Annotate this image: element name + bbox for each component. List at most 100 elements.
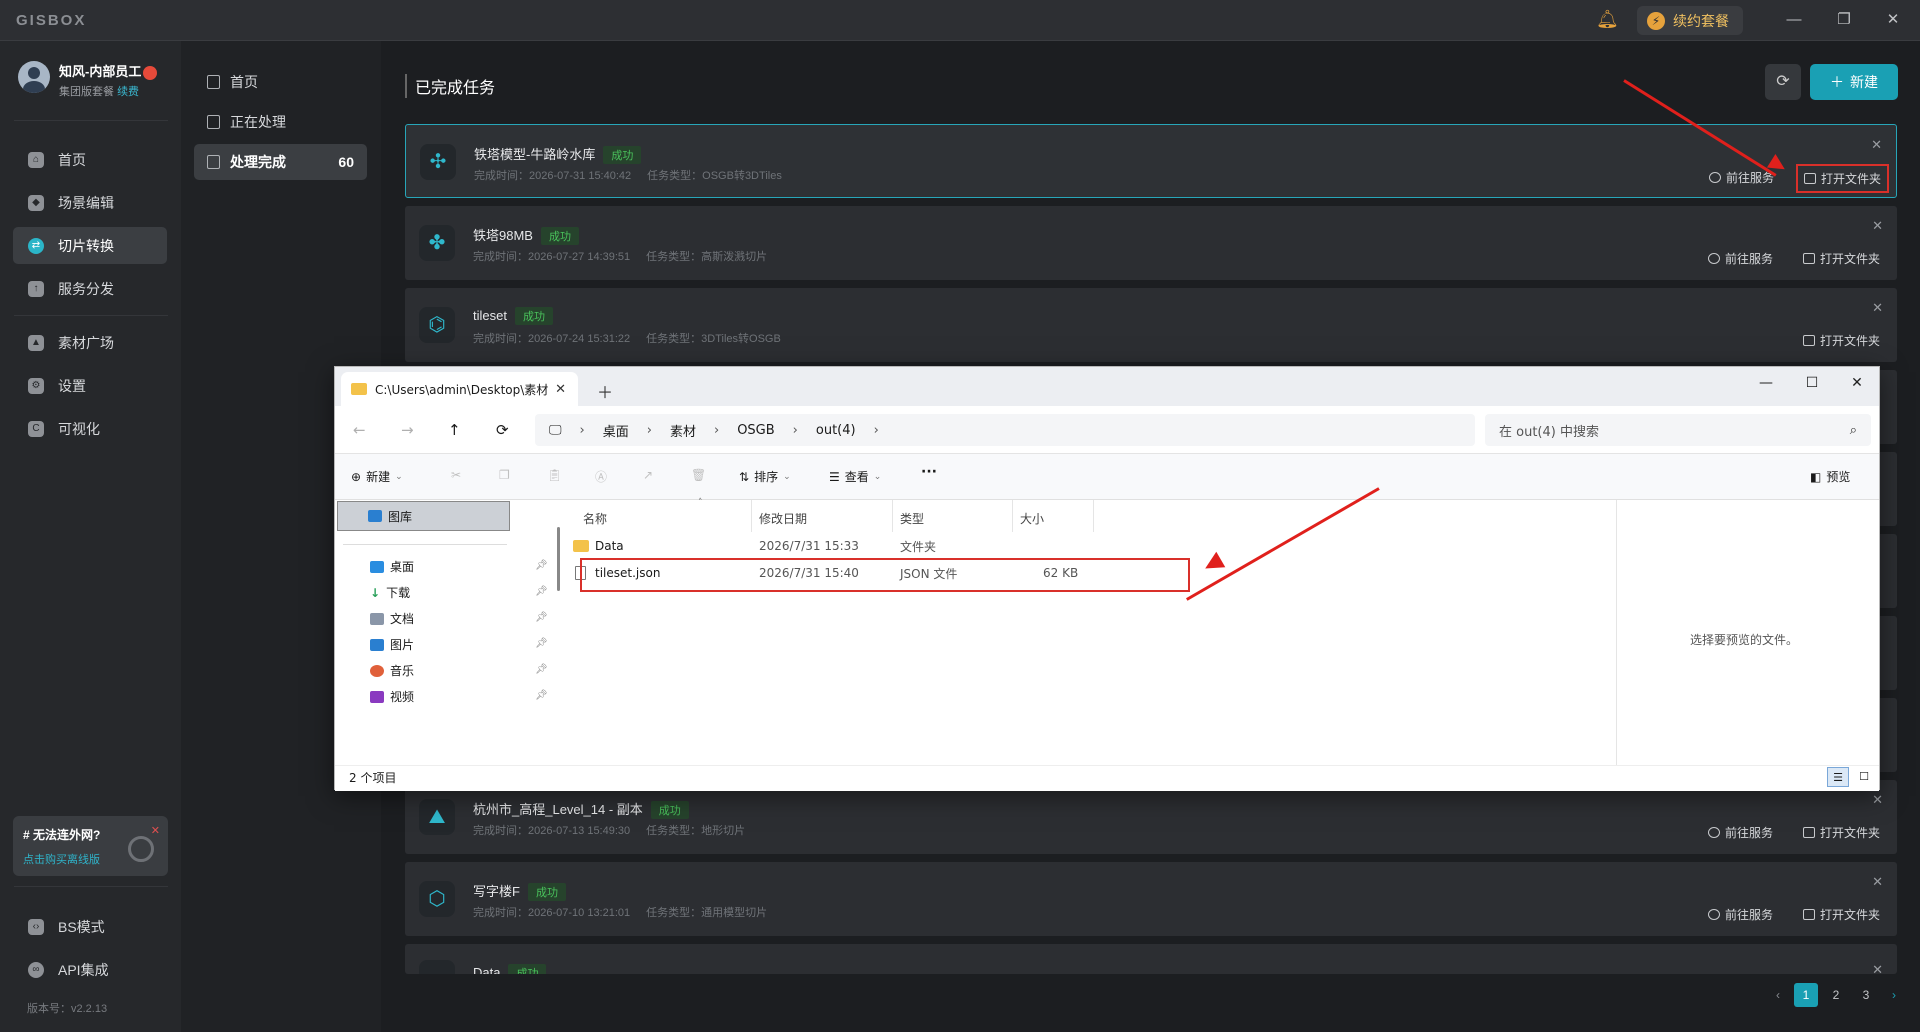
subnav-completed[interactable]: 处理完成 60 — [194, 144, 367, 180]
nav-item-desktop[interactable]: 桌面 — [370, 558, 414, 575]
nav-scrollbar[interactable] — [557, 527, 560, 591]
nav-item-videos[interactable]: 视频 — [370, 688, 414, 705]
sidebar-item-visualize[interactable]: C 可视化 — [13, 410, 167, 447]
nav-item-pictures[interactable]: 图片 — [370, 636, 414, 653]
sidebar-item-assets[interactable]: ▲ 素材广场 — [13, 324, 167, 361]
task-card[interactable]: ✤ 铁塔98MB 成功 完成时间：2026-07-27 14:39:51 任务类型：… — [405, 206, 1897, 280]
delete-icon[interactable]: 🗑︎ — [691, 468, 706, 482]
goto-service-button[interactable]: 前往服务 — [1708, 250, 1773, 267]
restore-icon[interactable]: ❐ — [1834, 10, 1854, 30]
close-icon[interactable]: ✕ — [1872, 218, 1883, 234]
open-folder-button[interactable]: 打开文件夹 — [1803, 824, 1880, 841]
offline-promo-card[interactable]: # 无法连外网? 点击购买离线版 ✕ — [13, 816, 168, 876]
sidebar-item-home[interactable]: ⌂ 首页 — [13, 141, 167, 178]
subnav-processing[interactable]: 正在处理 — [194, 104, 367, 140]
tiles-view-icon[interactable]: ☐ — [1853, 767, 1875, 787]
nav-item-gallery[interactable]: 图库 — [337, 501, 510, 531]
column-header-name[interactable]: 名称 — [583, 510, 607, 527]
pin-icon[interactable]: 📌︎ — [535, 664, 548, 675]
open-folder-button[interactable]: 打开文件夹 — [1803, 906, 1880, 923]
sidebar-item-tile-convert[interactable]: ⇄ 切片转换 — [13, 227, 167, 264]
sidebar-item-bs-mode[interactable]: ‹› BS模式 — [13, 908, 167, 945]
nav-item-downloads[interactable]: ↓ 下载 — [370, 584, 410, 601]
new-item-button[interactable]: ⊕ 新建 ⌄ — [351, 468, 403, 485]
new-task-button[interactable]: ＋ 新建 — [1810, 64, 1898, 100]
page-3-button[interactable]: 3 — [1854, 983, 1878, 1007]
sort-button[interactable]: ⇅ 排序 ⌄ — [739, 468, 791, 485]
nav-item-documents[interactable]: 文档 — [370, 610, 414, 627]
file-row[interactable]: Data 2026/7/31 15:33 文件夹 — [573, 534, 1613, 558]
sidebar-item-settings[interactable]: ⚙︎ 设置 — [13, 367, 167, 404]
minimize-icon[interactable]: — — [1784, 10, 1804, 30]
open-folder-button[interactable]: 打开文件夹 — [1795, 164, 1890, 193]
pin-icon[interactable]: 📌︎ — [535, 586, 548, 597]
page-1-button[interactable]: 1 — [1794, 983, 1818, 1007]
maximize-icon[interactable]: ☐ — [1802, 375, 1822, 391]
prev-page-button[interactable]: ‹ — [1766, 983, 1790, 1007]
details-view-icon[interactable]: ☰ — [1827, 767, 1849, 787]
refresh-icon[interactable]: ⟳ — [496, 421, 509, 439]
breadcrumb-item[interactable]: 桌面 — [603, 421, 629, 440]
user-profile[interactable]: 知风-内部员工 集团版套餐 续费 — [18, 61, 158, 99]
pin-icon[interactable]: 📌︎ — [535, 560, 548, 571]
sidebar-item-service-publish[interactable]: ↑ 服务分发 — [13, 270, 167, 307]
close-tab-icon[interactable]: ✕ — [555, 382, 566, 397]
bell-icon[interactable]: 🔔︎ — [1596, 9, 1619, 30]
sidebar-item-scene-edit[interactable]: ◆ 场景编辑 — [13, 184, 167, 221]
pin-icon[interactable]: 📌︎ — [535, 612, 548, 623]
page-2-button[interactable]: 2 — [1824, 983, 1848, 1007]
breadcrumb[interactable]: 🖵︎ › 桌面 › 素材 › OSGB › out(4) › — [535, 414, 1475, 446]
cut-icon[interactable]: ✂ — [451, 468, 461, 482]
close-icon[interactable]: ✕ — [1872, 874, 1883, 890]
sidebar-item-api[interactable]: ∞ API集成 — [13, 951, 167, 988]
goto-service-button[interactable]: 前往服务 — [1709, 169, 1774, 186]
folder-icon — [1803, 335, 1815, 346]
breadcrumb-item[interactable]: OSGB — [737, 423, 774, 438]
task-card[interactable]: ⌬ tileset 成功 完成时间：2026-07-24 15:31:22 任务类型… — [405, 288, 1897, 362]
goto-service-button[interactable]: 前往服务 — [1708, 824, 1773, 841]
close-icon[interactable]: ✕ — [1847, 375, 1867, 391]
rename-icon[interactable]: Ⓐ — [595, 468, 607, 485]
goto-service-button[interactable]: 前往服务 — [1708, 906, 1773, 923]
column-header-date[interactable]: 修改日期 — [759, 510, 807, 527]
subnav-home[interactable]: 首页 — [194, 64, 367, 100]
close-icon[interactable]: ✕ — [151, 824, 160, 837]
next-page-button[interactable]: › — [1882, 983, 1906, 1007]
more-options-button[interactable]: ··· — [921, 464, 937, 480]
column-header-type[interactable]: 类型 — [900, 510, 924, 527]
paste-icon[interactable]: 📋︎ — [547, 468, 562, 482]
copy-icon[interactable]: ❐ — [499, 468, 510, 482]
renew-plan-button[interactable]: ⚡︎ 续约套餐 — [1637, 6, 1743, 35]
open-folder-button[interactable]: 打开文件夹 — [1803, 250, 1880, 267]
task-card[interactable]: ∞ Data 成功 ✕ — [405, 944, 1897, 974]
task-card[interactable]: ✣ 铁塔模型-牛路岭水库 成功 完成时间：2026-07-31 15:40:42 任… — [405, 124, 1897, 198]
renew-link[interactable]: 续费 — [117, 86, 139, 98]
close-icon[interactable]: ✕ — [1883, 10, 1903, 30]
breadcrumb-item[interactable]: 素材 — [670, 421, 696, 440]
toolbar-label: 新建 — [366, 470, 391, 484]
up-arrow-icon[interactable]: ↑ — [448, 421, 461, 439]
task-card[interactable]: ⛰︎ 杭州市_高程_Level_14 - 副本 成功 完成时间：2026-07-1… — [405, 780, 1897, 854]
pin-icon[interactable]: 📌︎ — [535, 690, 548, 701]
open-folder-button[interactable]: 打开文件夹 — [1803, 332, 1880, 349]
column-header-size[interactable]: 大小 — [1020, 510, 1044, 527]
search-input[interactable]: 在 out(4) 中搜索 ⌕ — [1485, 414, 1871, 446]
share-icon[interactable]: ↗ — [643, 468, 653, 482]
back-arrow-icon[interactable]: ← — [353, 421, 366, 439]
close-icon[interactable]: ✕ — [1872, 792, 1883, 808]
view-button[interactable]: ☰ 查看 ⌄ — [829, 468, 881, 485]
refresh-button[interactable]: ⟳ — [1765, 64, 1801, 100]
pin-icon[interactable]: 📌︎ — [535, 638, 548, 649]
preview-pane-button[interactable]: ◧ 预览 — [1810, 468, 1850, 485]
nav-label: 图库 — [388, 509, 413, 524]
nav-item-music[interactable]: 音乐 — [370, 662, 414, 679]
close-icon[interactable]: ✕ — [1872, 300, 1883, 316]
minimize-icon[interactable]: — — [1756, 375, 1776, 391]
close-icon[interactable]: ✕ — [1871, 137, 1882, 153]
new-tab-button[interactable]: ＋ — [597, 379, 613, 403]
close-icon[interactable]: ✕ — [1872, 962, 1883, 974]
task-card[interactable]: ⬡ 写字楼F 成功 完成时间：2026-07-10 13:21:01 任务类型：通用… — [405, 862, 1897, 936]
forward-arrow-icon[interactable]: → — [401, 421, 414, 439]
explorer-tab[interactable]: C:\Users\admin\Desktop\素材 ✕ — [341, 372, 578, 406]
breadcrumb-item[interactable]: out(4) — [816, 423, 856, 438]
